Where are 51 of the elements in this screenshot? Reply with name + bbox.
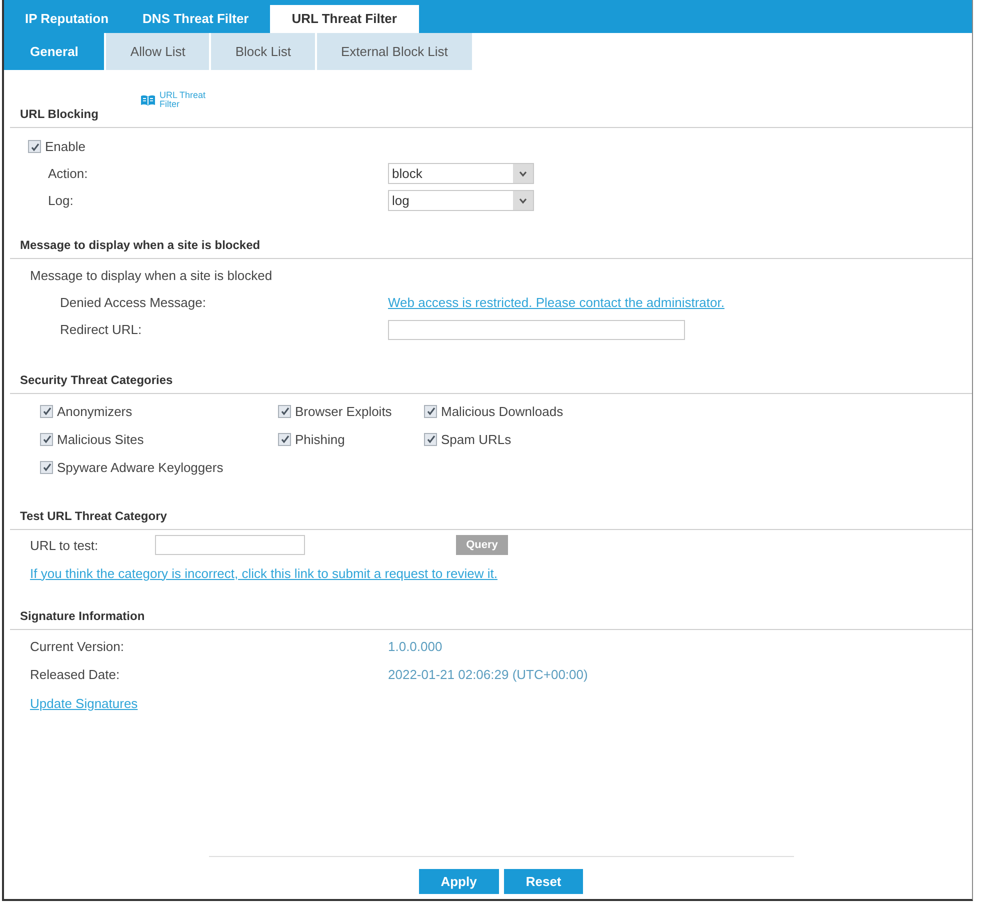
- action-button[interactable]: Reset: [504, 869, 584, 894]
- field-label: Redirect URL:: [60, 322, 143, 337]
- chevron-down-icon: [519, 198, 527, 204]
- field-label: Current Version:: [30, 638, 125, 654]
- tab[interactable]: IP Reputation: [8, 5, 126, 33]
- section-heading: URL Blocking: [20, 107, 98, 121]
- review-link[interactable]: If you think the category is incorrect, click this link to submit a request to review it.: [30, 566, 498, 580]
- help-link[interactable]: URL Threat Filter: [159, 91, 212, 109]
- field-label: Released Date:: [30, 666, 121, 682]
- denied-message-link[interactable]: Web access is restricted. Please contact the administrator.: [388, 295, 724, 310]
- checkbox-label: Spam URLs: [441, 432, 512, 446]
- section-heading: Test URL Threat Category: [20, 509, 167, 523]
- book-icon: [140, 94, 156, 106]
- field-label: Denied Access Message:: [60, 295, 207, 310]
- field-label: Action:: [48, 166, 89, 181]
- redirect-url-field[interactable]: [388, 320, 685, 340]
- checkbox-label: Malicious Downloads: [441, 404, 564, 418]
- section-heading: Security Threat Categories: [20, 373, 173, 387]
- checkbox-label: Browser Exploits: [295, 404, 392, 418]
- checkbox[interactable]: [40, 432, 53, 446]
- checkbox-label: Spyware Adware Keyloggers: [57, 460, 224, 474]
- section-heading: Signature Information: [20, 609, 145, 623]
- field-value: 2022-01-21 02:06:29 (UTC+00:00): [388, 666, 588, 682]
- field-label: URL to test:: [30, 538, 100, 552]
- tab[interactable]: External Block List: [316, 33, 474, 70]
- checkbox[interactable]: [40, 460, 53, 474]
- tab[interactable]: Block List: [211, 33, 317, 70]
- chevron-down-icon: [519, 170, 527, 176]
- checkbox-label: Malicious Sites: [57, 432, 144, 446]
- checkbox-label: Anonymizers: [57, 404, 132, 418]
- section-subtitle: Message to display when a site is blocked: [30, 268, 272, 282]
- dropdown[interactable]: block: [388, 163, 534, 184]
- dropdown[interactable]: log: [388, 190, 534, 211]
- checkbox[interactable]: [40, 404, 53, 418]
- checkbox[interactable]: [278, 404, 291, 418]
- tab[interactable]: URL Threat Filter: [270, 5, 419, 33]
- tab[interactable]: General: [4, 33, 106, 70]
- checkbox-label: Enable: [45, 139, 86, 154]
- action-button[interactable]: Apply: [418, 869, 499, 894]
- checkbox[interactable]: [424, 404, 437, 418]
- section-heading: Message to display when a site is blocked: [20, 238, 260, 252]
- update-signatures-link[interactable]: Update Signatures: [30, 696, 138, 710]
- checkbox[interactable]: [278, 432, 291, 446]
- field-label: Log:: [48, 193, 74, 208]
- url-field[interactable]: [155, 535, 305, 555]
- field-value: 1.0.0.000: [388, 638, 442, 654]
- tab[interactable]: Allow List: [106, 33, 212, 70]
- checkbox[interactable]: [28, 140, 41, 153]
- checkbox-label: Phishing: [295, 432, 345, 446]
- tab[interactable]: DNS Threat Filter: [126, 5, 266, 33]
- checkbox[interactable]: [424, 432, 437, 446]
